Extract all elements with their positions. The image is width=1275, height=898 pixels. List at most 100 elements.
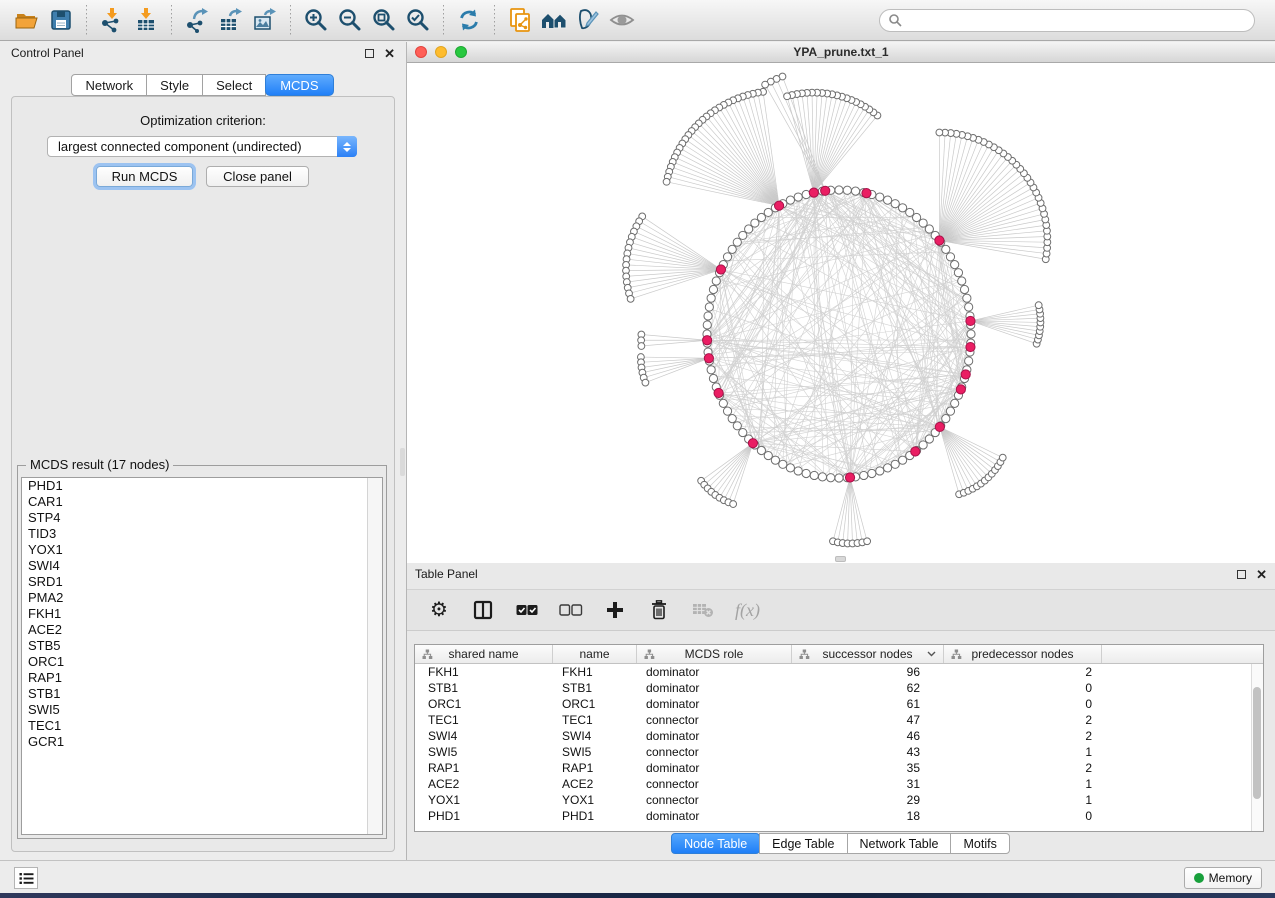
optimization-select[interactable]: largest connected component (undirected) <box>47 136 357 157</box>
list-item[interactable]: STB5 <box>22 638 382 654</box>
zoom-fit-icon[interactable] <box>367 3 401 37</box>
list-item[interactable]: SRD1 <box>22 574 382 590</box>
list-item[interactable]: RAP1 <box>22 670 382 686</box>
cell-name: YOX1 <box>553 793 637 807</box>
tab-node-table[interactable]: Node Table <box>671 833 760 854</box>
table-scrollbar-thumb[interactable] <box>1253 687 1261 799</box>
tab-style[interactable]: Style <box>146 74 203 96</box>
list-item[interactable]: ORC1 <box>22 654 382 670</box>
export-table-icon[interactable] <box>214 3 248 37</box>
table-panel: Table Panel ✕ ⚙ <box>406 563 1275 860</box>
zoom-selected-icon[interactable] <box>401 3 435 37</box>
import-table-icon[interactable] <box>129 3 163 37</box>
list-item[interactable]: PHD1 <box>22 478 382 494</box>
main-toolbar <box>0 0 1275 41</box>
table-row[interactable]: ORC1ORC1dominator610 <box>415 696 1263 712</box>
cell-predecessors: 2 <box>944 665 1102 679</box>
duplicate-network-icon[interactable] <box>503 3 537 37</box>
close-window-icon[interactable] <box>415 46 427 58</box>
refresh-icon[interactable] <box>452 3 486 37</box>
list-item[interactable]: YOX1 <box>22 542 382 558</box>
float-panel-icon[interactable] <box>365 49 374 58</box>
memory-button[interactable]: Memory <box>1184 867 1262 889</box>
deselect-all-icon[interactable] <box>559 596 583 624</box>
open-folder-icon[interactable] <box>10 3 44 37</box>
column-header-name[interactable]: name <box>553 645 637 663</box>
panel-splitter-handle[interactable] <box>400 448 405 476</box>
cell-name: SWI5 <box>553 745 637 759</box>
list-item[interactable]: ACE2 <box>22 622 382 638</box>
list-item[interactable]: TID3 <box>22 526 382 542</box>
table-row[interactable]: SWI5SWI5connector431 <box>415 744 1263 760</box>
list-item[interactable]: TEC1 <box>22 718 382 734</box>
search-field[interactable] <box>879 9 1255 32</box>
control-panel-tabs: Network Style Select MCDS <box>3 74 403 96</box>
table-row[interactable]: PHD1PHD1dominator180 <box>415 808 1263 824</box>
cell-successors: 62 <box>792 681 944 695</box>
task-history-button[interactable] <box>14 867 38 889</box>
table-row[interactable]: SWI4SWI4dominator462 <box>415 728 1263 744</box>
column-header-mcds-role[interactable]: MCDS role <box>637 645 792 663</box>
table-row[interactable]: YOX1YOX1connector291 <box>415 792 1263 808</box>
run-mcds-button[interactable]: Run MCDS <box>96 166 193 187</box>
list-item[interactable]: SWI5 <box>22 702 382 718</box>
zoom-out-icon[interactable] <box>333 3 367 37</box>
table-row[interactable]: TEC1TEC1connector472 <box>415 712 1263 728</box>
delete-column-icon[interactable] <box>647 596 671 624</box>
result-list-scrollbar[interactable] <box>367 478 382 834</box>
list-item[interactable]: GCR1 <box>22 734 382 750</box>
table-row[interactable]: RAP1RAP1dominator352 <box>415 760 1263 776</box>
zoom-in-icon[interactable] <box>299 3 333 37</box>
list-item[interactable]: PMA2 <box>22 590 382 606</box>
column-header-predecessor-nodes[interactable]: predecessor nodes <box>944 645 1102 663</box>
column-header-shared-name[interactable]: shared name <box>415 645 553 663</box>
list-item[interactable]: CAR1 <box>22 494 382 510</box>
cell-successors: 61 <box>792 697 944 711</box>
save-icon[interactable] <box>44 3 78 37</box>
export-image-icon[interactable] <box>248 3 282 37</box>
select-all-icon[interactable] <box>515 596 539 624</box>
float-panel-icon[interactable] <box>1237 570 1246 579</box>
search-input[interactable] <box>902 13 1246 27</box>
maximize-window-icon[interactable] <box>455 46 467 58</box>
list-item[interactable]: STB1 <box>22 686 382 702</box>
annotation-icon[interactable] <box>571 3 605 37</box>
list-item[interactable]: FKH1 <box>22 606 382 622</box>
tab-motifs[interactable]: Motifs <box>950 833 1009 854</box>
network-canvas[interactable] <box>407 63 1275 563</box>
column-header-successor-nodes[interactable]: successor nodes <box>792 645 944 663</box>
cell-mcds-role: connector <box>637 713 792 727</box>
houses-icon[interactable] <box>537 3 571 37</box>
tab-mcds[interactable]: MCDS <box>265 74 333 96</box>
add-column-icon[interactable] <box>603 596 627 624</box>
column-label: MCDS role <box>685 647 744 661</box>
table-panel-title: Table Panel <box>415 567 478 581</box>
tab-network[interactable]: Network <box>71 74 147 96</box>
gear-icon[interactable]: ⚙ <box>427 596 451 624</box>
columns-icon[interactable] <box>471 596 495 624</box>
list-item[interactable]: STP4 <box>22 510 382 526</box>
control-panel: Control Panel ✕ Network Style Select MCD… <box>3 42 403 860</box>
close-panel-icon[interactable]: ✕ <box>384 49 395 58</box>
column-header-filler <box>1102 645 1263 663</box>
list-item[interactable]: SWI4 <box>22 558 382 574</box>
tab-network-table[interactable]: Network Table <box>847 833 952 854</box>
export-network-icon[interactable] <box>180 3 214 37</box>
table-row[interactable]: ACE2ACE2connector311 <box>415 776 1263 792</box>
eye-icon[interactable] <box>605 3 639 37</box>
mcds-result-list: PHD1 CAR1 STP4 TID3 YOX1 SWI4 SRD1 PMA2 … <box>21 477 383 835</box>
function-builder-icon: f(x) <box>735 596 760 624</box>
table-scrollbar-track[interactable] <box>1251 664 1263 831</box>
cell-successors: 43 <box>792 745 944 759</box>
close-panel-button[interactable]: Close panel <box>206 166 309 187</box>
tab-select[interactable]: Select <box>202 74 266 96</box>
import-network-icon[interactable] <box>95 3 129 37</box>
tab-edge-table[interactable]: Edge Table <box>759 833 847 854</box>
table-row[interactable]: FKH1FKH1dominator962 <box>415 664 1263 680</box>
minimize-window-icon[interactable] <box>435 46 447 58</box>
splitter-grip-icon[interactable] <box>835 556 846 562</box>
cell-mcds-role: connector <box>637 777 792 791</box>
table-row[interactable]: STB1STB1dominator620 <box>415 680 1263 696</box>
column-namespace-icon <box>422 649 433 660</box>
close-panel-icon[interactable]: ✕ <box>1256 570 1267 579</box>
